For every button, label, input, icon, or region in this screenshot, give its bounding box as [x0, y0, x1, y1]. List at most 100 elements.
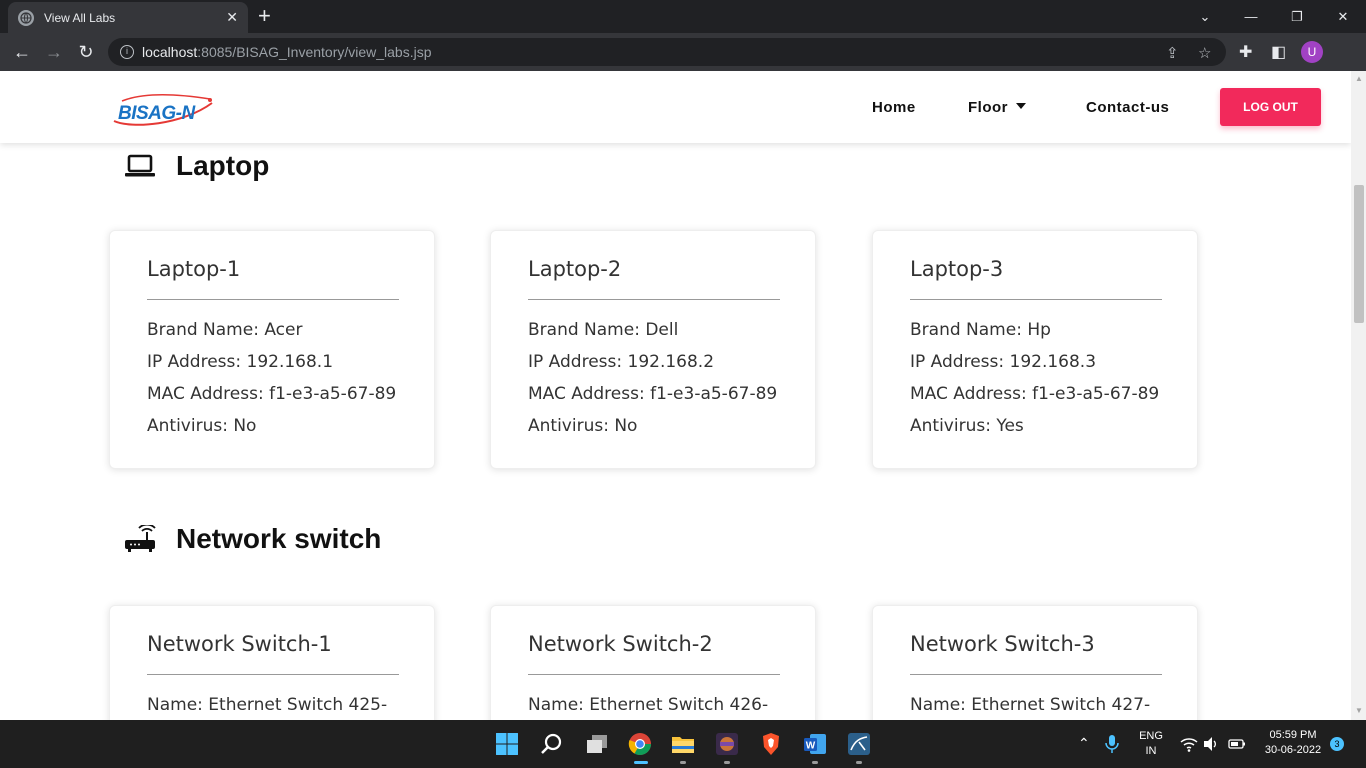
word-icon[interactable]: W	[803, 732, 827, 756]
info-icon[interactable]: i	[120, 45, 134, 59]
card-divider	[147, 299, 399, 300]
notification-badge[interactable]: 3	[1330, 737, 1344, 751]
card-divider	[528, 299, 780, 300]
browser-tab[interactable]: View All Labs ✕	[8, 2, 248, 33]
page-scrollbar[interactable]: ▲ ▼	[1351, 71, 1366, 720]
card-divider	[910, 299, 1162, 300]
share-icon[interactable]: ⇪	[1166, 44, 1179, 62]
volume-icon[interactable]	[1203, 732, 1219, 756]
tray-chevron-icon[interactable]: ⌃	[1078, 735, 1090, 752]
app-running-indicator	[856, 761, 862, 764]
card-mac: MAC Address: f1-e3-a5-67-89	[910, 384, 1160, 404]
card-divider	[147, 674, 399, 675]
back-icon[interactable]: ←	[11, 41, 33, 63]
language-code: ENG	[1139, 730, 1163, 742]
active-app-indicator	[634, 761, 648, 764]
card-divider	[910, 674, 1162, 675]
clock-date: 30-06-2022	[1264, 744, 1322, 756]
card-title: Network Switch-2	[528, 632, 713, 656]
clock[interactable]: 05:59 PM 30-06-2022	[1258, 729, 1328, 756]
browser-toolbar: ← → ↻ i localhost:8085/BISAG_Inventory/v…	[0, 33, 1366, 71]
extensions-icon[interactable]: ✚	[1239, 42, 1252, 62]
laptop-section-title: Laptop	[176, 150, 270, 181]
switch-section-title: Network switch	[176, 523, 382, 554]
tab-search-icon[interactable]: ⌄	[1182, 0, 1228, 33]
browser-tab-strip: View All Labs ✕ + ⌄ — ❐ ✕	[0, 0, 1366, 33]
card-name: Name: Ethernet Switch 426-	[528, 695, 769, 715]
mysql-workbench-icon[interactable]	[847, 732, 871, 756]
card-antivirus: Antivirus: No	[147, 416, 257, 436]
scrollbar-thumb[interactable]	[1354, 185, 1364, 323]
page-viewport: BISAG-N Home Floor Contact-us LOG OUT La…	[0, 71, 1351, 720]
url-host: localhost	[142, 44, 198, 60]
card-title: Network Switch-1	[147, 632, 332, 656]
restore-button[interactable]: ❐	[1274, 0, 1320, 33]
wifi-icon[interactable]	[1180, 732, 1198, 756]
task-view-icon[interactable]	[585, 732, 609, 756]
card-antivirus: Antivirus: Yes	[910, 416, 1024, 436]
laptop-card: Laptop-3 Brand Name: Hp IP Address: 192.…	[872, 230, 1198, 469]
search-icon[interactable]	[540, 732, 564, 756]
card-title: Laptop-1	[147, 257, 241, 281]
card-brand: Brand Name: Dell	[528, 320, 679, 340]
globe-icon	[18, 9, 34, 26]
card-ip: IP Address: 192.168.2	[528, 352, 715, 372]
file-explorer-icon[interactable]	[671, 732, 695, 756]
laptop-card: Laptop-1 Brand Name: Acer IP Address: 19…	[109, 230, 435, 469]
microphone-icon[interactable]	[1103, 732, 1121, 756]
card-brand: Brand Name: Acer	[147, 320, 303, 340]
profile-avatar[interactable]: U	[1301, 41, 1323, 63]
card-mac: MAC Address: f1-e3-a5-67-89	[528, 384, 778, 404]
game-app-icon[interactable]	[715, 732, 739, 756]
scroll-down-icon[interactable]: ▼	[1354, 706, 1364, 716]
site-navbar: BISAG-N Home Floor Contact-us LOG OUT	[0, 71, 1351, 143]
logo-text: BISAG-N	[118, 103, 195, 124]
card-mac: MAC Address: f1-e3-a5-67-89	[147, 384, 397, 404]
new-tab-button[interactable]: +	[258, 4, 271, 28]
url-path: :8085/BISAG_Inventory/view_labs.jsp	[197, 44, 432, 60]
switch-card: Network Switch-3 Name: Ethernet Switch 4…	[872, 605, 1198, 720]
card-title: Network Switch-3	[910, 632, 1095, 656]
card-title: Laptop-2	[528, 257, 622, 281]
bisag-logo[interactable]: BISAG-N	[112, 91, 216, 127]
minimize-button[interactable]: —	[1228, 0, 1274, 33]
app-running-indicator	[724, 761, 730, 764]
app-running-indicator	[812, 761, 818, 764]
nav-home-link[interactable]: Home	[872, 99, 916, 116]
close-window-button[interactable]: ✕	[1320, 0, 1366, 33]
nav-contact-link[interactable]: Contact-us	[1086, 99, 1169, 116]
nav-floor-label: Floor	[968, 99, 1008, 116]
card-ip: IP Address: 192.168.3	[910, 352, 1097, 372]
bookmark-star-icon[interactable]: ☆	[1198, 44, 1211, 62]
tab-close-icon[interactable]: ✕	[226, 9, 238, 26]
windows-taskbar: W ⌃ ENG IN 05:59 PM 30-06-2022 3	[0, 720, 1366, 768]
card-brand: Brand Name: Hp	[910, 320, 1051, 340]
chrome-icon[interactable]	[628, 732, 652, 756]
scroll-up-icon[interactable]: ▲	[1354, 74, 1364, 84]
windows-start-icon[interactable]	[495, 732, 519, 756]
brave-icon[interactable]	[759, 732, 783, 756]
nav-floor-dropdown[interactable]: Floor	[968, 99, 1026, 116]
laptop-section-heading: Laptop	[124, 150, 269, 182]
card-antivirus: Antivirus: No	[528, 416, 638, 436]
address-bar[interactable]: i localhost:8085/BISAG_Inventory/view_la…	[108, 38, 1226, 66]
card-title: Laptop-3	[910, 257, 1004, 281]
svg-text:W: W	[806, 741, 816, 752]
card-name: Name: Ethernet Switch 427-	[910, 695, 1151, 715]
switch-card: Network Switch-2 Name: Ethernet Switch 4…	[490, 605, 816, 720]
card-ip: IP Address: 192.168.1	[147, 352, 334, 372]
router-icon	[125, 525, 156, 552]
reload-icon[interactable]: ↻	[75, 41, 97, 63]
switch-section-heading: Network switch	[124, 523, 381, 555]
battery-icon[interactable]	[1228, 732, 1246, 756]
clock-time: 05:59 PM	[1269, 729, 1317, 741]
laptop-icon	[125, 154, 155, 177]
logout-button[interactable]: LOG OUT	[1220, 88, 1321, 126]
card-name: Name: Ethernet Switch 425-	[147, 695, 388, 715]
language-indicator[interactable]: ENG IN	[1137, 730, 1165, 757]
forward-icon[interactable]: →	[43, 41, 65, 63]
caret-down-icon	[1016, 103, 1026, 110]
laptop-card: Laptop-2 Brand Name: Dell IP Address: 19…	[490, 230, 816, 469]
side-panel-icon[interactable]: ◧	[1271, 42, 1286, 62]
app-running-indicator	[680, 761, 686, 764]
